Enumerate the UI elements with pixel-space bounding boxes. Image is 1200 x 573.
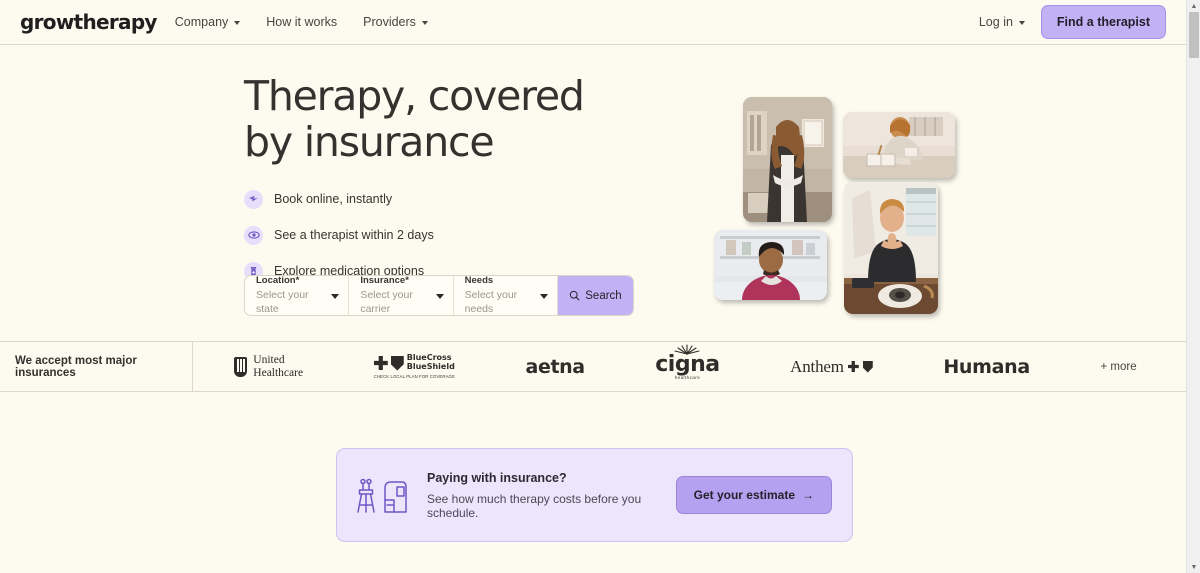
anthem-cross-icon (847, 361, 859, 372)
scroll-up-arrow-icon[interactable]: ▲ (1187, 0, 1200, 12)
insurance-select[interactable]: Insurance* Select your carrier (349, 275, 454, 315)
scroll-down-arrow-icon[interactable]: ▼ (1187, 561, 1200, 573)
cigna-wordmark: cigna (655, 351, 720, 377)
chevron-down-icon (421, 20, 428, 25)
united-healthcare-icon (234, 356, 248, 377)
carrier-logo-bluecross-blueshield: BlueCross BlueShield CHECK LOCAL PLAN FO… (373, 353, 455, 379)
needs-label: Needs (464, 275, 494, 287)
login-label: Log in (978, 15, 1013, 29)
hero-section: Therapy, covered by insurance Book onlin… (0, 45, 1186, 341)
carrier-logo-aetna: aetna (525, 355, 586, 378)
carrier-logo-anthem: Anthem (790, 357, 873, 377)
easel-and-chair-icon (355, 474, 417, 516)
bcbs-wordmark: BlueCross BlueShield (406, 353, 455, 372)
carrier-logo-cigna: cigna healthcare (655, 343, 720, 380)
anthem-shield-icon (862, 360, 873, 373)
search-icon (570, 290, 580, 301)
nav-item-providers[interactable]: Providers (363, 15, 428, 29)
page-content: growtherapy Company How it works Provide… (0, 0, 1186, 573)
insurance-logo-list: United Healthcare BlueCross BlueShield C… (193, 342, 1186, 391)
nav-item-company[interactable]: Company (175, 15, 241, 29)
chevron-down-icon (539, 293, 548, 299)
bcbs-line-2: BlueShield (406, 362, 455, 371)
chevron-down-icon (435, 293, 444, 299)
estimate-card-copy: Paying with insurance? See how much ther… (427, 471, 676, 520)
nav-item-label: How it works (266, 15, 338, 29)
hero-copy: Therapy, covered by insurance Book onlin… (244, 72, 674, 281)
hero-benefit-list: Book online, instantly See a therapist w… (244, 189, 674, 281)
headline-line-2: by insurance (244, 117, 495, 166)
chevron-down-icon (331, 293, 340, 299)
needs-select[interactable]: Needs Select your needs (454, 276, 558, 315)
aetna-wordmark: aetna (525, 355, 586, 378)
scrollbar-thumb[interactable] (1189, 12, 1199, 58)
bcbs-disclaimer: CHECK LOCAL PLAN FOR COVERAGE (373, 373, 455, 379)
collage-photo-2 (843, 112, 955, 178)
find-a-therapist-button[interactable]: Find a therapist (1040, 5, 1166, 39)
hero-photo-collage (705, 70, 965, 320)
carrier-logo-humana: Humana (943, 356, 1030, 378)
login-menu[interactable]: Log in (979, 15, 1025, 29)
uhc-line-2: Healthcare (253, 366, 304, 379)
eye-icon (244, 225, 263, 245)
cigna-burst-icon (674, 343, 700, 355)
site-header: growtherapy Company How it works Provide… (0, 0, 1186, 45)
more-carriers-link[interactable]: + more (1101, 361, 1137, 373)
uhc-line-1: United (253, 353, 285, 366)
benefit-label: Book online, instantly (274, 192, 393, 207)
location-label: Location* (256, 275, 300, 287)
insurance-carriers-band: We accept most major insurances United H… (0, 341, 1186, 392)
more-carriers-label: + more (1100, 360, 1137, 373)
collage-photo-4 (714, 230, 827, 300)
anthem-wordmark: Anthem (790, 356, 844, 376)
vertical-scrollbar[interactable]: ▲ ▼ (1186, 0, 1200, 573)
search-button[interactable]: Search (557, 276, 633, 315)
list-item: Book online, instantly (244, 189, 674, 209)
chevron-down-icon (234, 20, 241, 25)
needs-value: Select your needs (464, 288, 518, 315)
page-title: Therapy, covered by insurance (244, 72, 674, 166)
site-logo[interactable]: growtherapy (20, 10, 157, 34)
nav-item-label: Company (174, 15, 229, 29)
location-value: Select your state (256, 288, 309, 315)
primary-nav: Company How it works Providers (175, 15, 428, 29)
carrier-logo-united-healthcare: United Healthcare (234, 354, 303, 379)
nav-item-label: Providers (363, 15, 416, 29)
humana-wordmark: Humana (943, 355, 1030, 378)
blueshield-shield-icon (390, 355, 404, 371)
estimate-card-subtitle: See how much therapy costs before you sc… (427, 491, 642, 520)
therapist-search-form: Location* Select your state Insurance* S… (244, 275, 634, 316)
chevron-down-icon (1018, 20, 1025, 25)
insurance-label: Insurance* (360, 275, 409, 287)
estimate-card-title: Paying with insurance? (427, 470, 567, 485)
collage-photo-3 (844, 182, 938, 314)
insurance-band-label: We accept most major insurances (0, 342, 193, 391)
get-your-estimate-button[interactable]: Get your estimate → (675, 476, 832, 514)
browser-viewport: growtherapy Company How it works Provide… (0, 0, 1200, 573)
arrow-right-icon: → (802, 488, 814, 502)
list-item: See a therapist within 2 days (244, 225, 674, 245)
collage-photo-1 (743, 97, 832, 222)
header-actions: Log in Find a therapist (979, 5, 1166, 39)
search-button-label: Search (585, 289, 622, 302)
insurance-value: Select your carrier (360, 288, 413, 315)
bcbs-line-1: BlueCross (406, 353, 452, 363)
benefit-label: See a therapist within 2 days (274, 228, 434, 243)
united-healthcare-wordmark: United Healthcare (253, 354, 303, 379)
bluecross-cross-icon (373, 356, 388, 370)
estimate-button-label: Get your estimate (693, 488, 795, 502)
nav-item-how-it-works[interactable]: How it works (266, 15, 337, 29)
headline-line-1: Therapy, covered (244, 72, 585, 120)
calendar-booking-icon (244, 189, 263, 209)
location-select[interactable]: Location* Select your state (245, 275, 350, 315)
insurance-estimate-card: Paying with insurance? See how much ther… (336, 448, 853, 542)
